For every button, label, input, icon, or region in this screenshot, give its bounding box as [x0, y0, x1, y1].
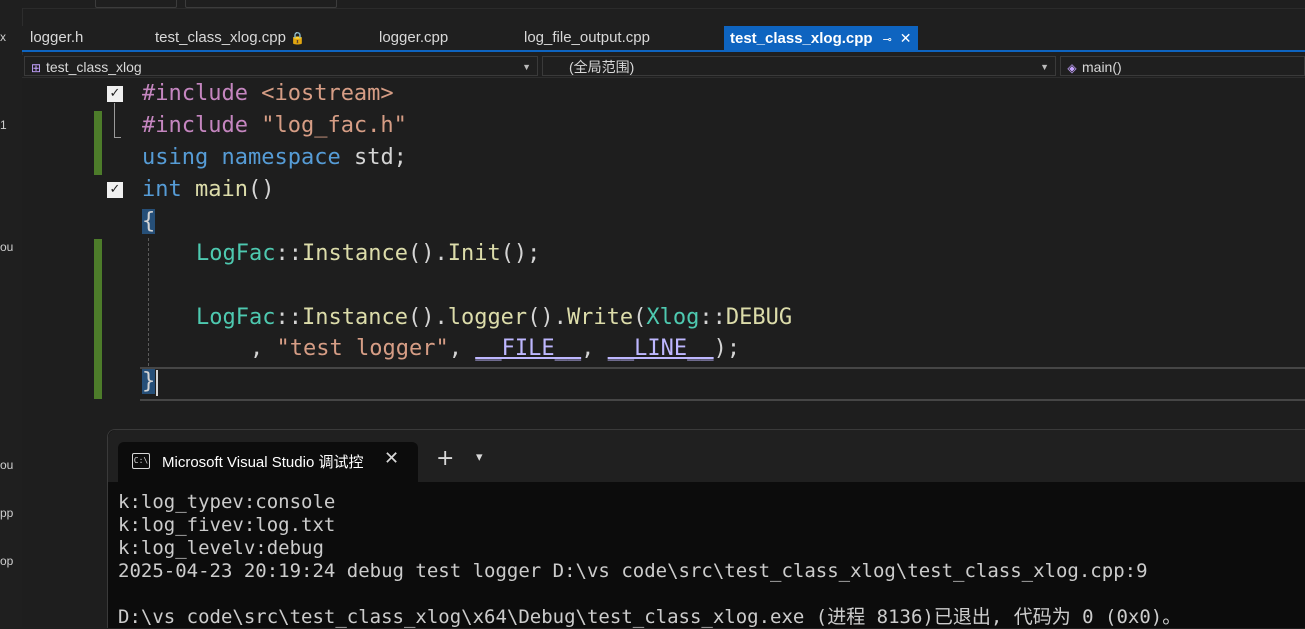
tab-logger-h[interactable]: logger.h [30, 26, 83, 50]
left-panel-label: x [0, 30, 6, 44]
close-icon[interactable]: ✕ [384, 448, 399, 469]
tab-label: test_class_xlog.cpp [730, 30, 873, 47]
debug-console-window[interactable]: C:\ Microsoft Visual Studio 调试控 ✕ + ▾ k:… [107, 429, 1305, 628]
tab-test-class-xlog-active[interactable]: test_class_xlog.cpp ⊸ ✕ [724, 26, 918, 50]
console-line: 2025-04-23 20:19:24 debug test logger D:… [118, 560, 1148, 582]
toolbar-dropdown[interactable] [185, 0, 337, 8]
cube-icon: ◈ [1067, 61, 1077, 75]
left-panel-label: ou [0, 240, 14, 254]
current-line-highlight [140, 367, 1305, 401]
toolbar-dropdown[interactable] [95, 0, 177, 8]
code-line: #include "log_fac.h" [142, 113, 407, 138]
code-line: using namespace std; [142, 145, 407, 170]
fold-guide [114, 103, 115, 137]
code-line: LogFac::Instance().Init(); [196, 241, 541, 266]
code-line: int main() [142, 177, 275, 202]
changed-lines-marker [94, 239, 102, 399]
console-tab[interactable]: C:\ Microsoft Visual Studio 调试控 ✕ [118, 442, 418, 482]
tab-label: logger.cpp [379, 29, 449, 46]
member-dropdown[interactable]: ◈ main() [1060, 56, 1305, 76]
code-line: , "test logger", __FILE__, __LINE__); [250, 336, 741, 361]
member-label: main() [1082, 59, 1122, 75]
code-line: #include <iostream> [142, 81, 394, 106]
code-line: LogFac::Instance().logger().Write(Xlog::… [196, 305, 793, 330]
text-cursor [156, 370, 158, 396]
active-tab-underline [22, 50, 1305, 52]
console-line: k:log_levelv:debug [118, 537, 324, 559]
document-tabs: logger.h test_class_xlog.cpp 🔒 logger.cp… [22, 26, 1305, 50]
project-dropdown[interactable]: ⊞ test_class_xlog ▼ [24, 56, 538, 76]
fold-guide [114, 137, 121, 138]
console-line: D:\vs code\src\test_class_xlog\x64\Debug… [118, 606, 1182, 628]
close-icon[interactable]: ✕ [900, 30, 912, 46]
tab-test-class-xlog-readonly[interactable]: test_class_xlog.cpp 🔒 [155, 26, 305, 50]
console-tab-title: Microsoft Visual Studio 调试控 [162, 454, 364, 471]
collapse-box-icon[interactable]: ✓ [107, 182, 123, 198]
code-line: } [142, 369, 156, 394]
changed-lines-marker [94, 111, 102, 175]
left-panel-label: pp [0, 506, 14, 520]
left-panel-label: op [0, 554, 14, 568]
tab-log-file-output[interactable]: log_file_output.cpp [524, 26, 650, 50]
left-panel-strip: x 1 ou ou pp op [0, 8, 23, 627]
console-icon: C:\ [132, 453, 150, 469]
code-line: { [142, 209, 156, 234]
console-line: k:log_typev:console [118, 491, 336, 513]
tab-logger-cpp[interactable]: logger.cpp [379, 26, 448, 50]
tab-label: logger.h [30, 29, 84, 46]
chevron-down-icon: ▼ [1040, 62, 1049, 72]
tab-label: log_file_output.cpp [524, 29, 650, 46]
left-panel-label: ou [0, 458, 14, 472]
project-label: test_class_xlog [46, 59, 142, 75]
indent-guide [148, 238, 149, 366]
chevron-down-icon[interactable]: ▾ [476, 450, 483, 465]
console-line: k:log_fivev:log.txt [118, 514, 336, 536]
console-titlebar: C:\ Microsoft Visual Studio 调试控 ✕ + ▾ [108, 430, 1305, 482]
lock-icon: 🔒 [290, 31, 306, 45]
console-output: k:log_typev:console k:log_fivev:log.txt … [118, 491, 1181, 629]
tab-label: test_class_xlog.cpp [155, 29, 286, 46]
collapse-box-icon[interactable]: ✓ [107, 86, 123, 102]
left-panel-label: 1 [0, 118, 7, 132]
scope-dropdown[interactable]: (全局范围) ▼ [542, 56, 1056, 76]
class-icon: ⊞ [30, 61, 42, 75]
new-tab-button[interactable]: + [436, 446, 454, 471]
navigation-bar: ⊞ test_class_xlog ▼ (全局范围) ▼ ◈ main() [22, 55, 1305, 78]
pin-icon[interactable]: ⊸ [883, 34, 892, 46]
toolbar [0, 0, 1305, 9]
scope-label: (全局范围) [569, 59, 635, 75]
chevron-down-icon: ▼ [522, 62, 531, 72]
